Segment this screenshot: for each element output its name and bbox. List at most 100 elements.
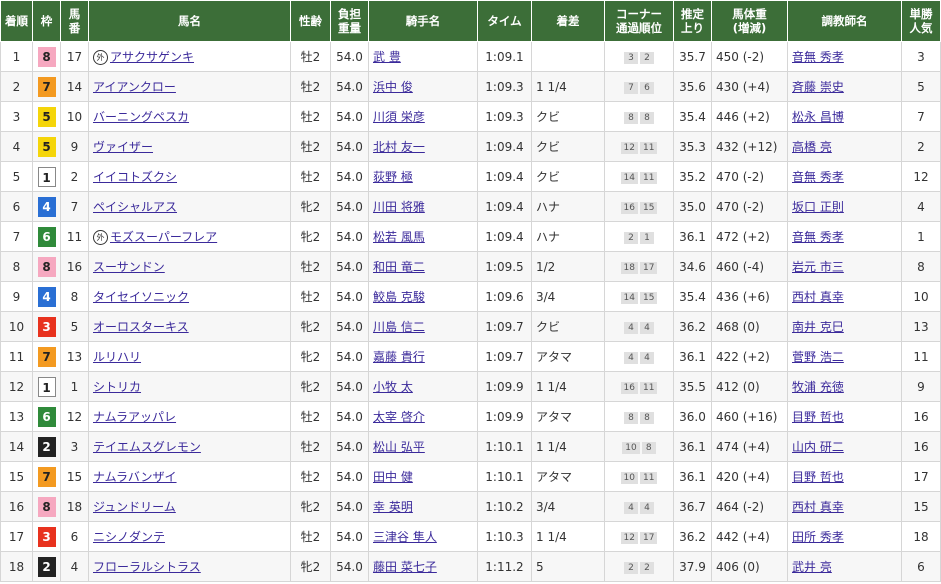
horse-name-link[interactable]: アイアンクロー — [93, 80, 176, 94]
jockey-name-link[interactable]: 和田 竜二 — [373, 260, 425, 274]
horse-name-link[interactable]: モズスーパーフレア — [110, 230, 217, 244]
jockey-name-link[interactable]: 鮫島 克駿 — [373, 290, 425, 304]
table-row: 13 6 12 ナムラアッパレ 牡2 54.0 太宰 啓介 1:09.9 アタマ 8 8 36.0 46… — [0, 401, 941, 432]
trainer-name-link[interactable]: 武井 亮 — [792, 560, 832, 574]
horse-name-link[interactable]: ナムラアッパレ — [93, 410, 176, 424]
horse-name-link[interactable]: アサクサゲンキ — [110, 50, 194, 64]
jockey-cell: 小牧 太 — [368, 371, 478, 402]
trainer-name-link[interactable]: 牧浦 充徳 — [792, 380, 844, 394]
trainer-name-link[interactable]: 南井 克巳 — [792, 320, 844, 334]
time-cell: 1:09.9 — [477, 401, 532, 432]
horse-name-link[interactable]: テイエムスグレモン — [93, 440, 201, 454]
corner-position: 12 — [620, 532, 638, 544]
trainer-name-link[interactable]: 音無 秀孝 — [792, 230, 844, 244]
horse-name-link[interactable]: ナムラバンザイ — [93, 470, 177, 484]
last3f-cell: 36.1 — [673, 221, 712, 252]
rank-cell: 13 — [0, 401, 33, 432]
popularity-cell: 11 — [901, 341, 941, 372]
horse-name-link[interactable]: バーニングペスカ — [93, 110, 189, 124]
umaban-cell: 5 — [60, 311, 89, 342]
jockey-name-link[interactable]: 武 豊 — [373, 50, 401, 64]
trainer-name-link[interactable]: 目野 哲也 — [792, 470, 844, 484]
time-cell: 1:10.1 — [477, 431, 532, 462]
last3f-cell: 35.4 — [673, 101, 712, 132]
table-row: 6 4 7 ペイシャルアス 牝2 54.0 川田 将雅 1:09.4 ハナ 16 15 35.0 470… — [0, 191, 941, 222]
jockey-name-link[interactable]: 嘉藤 貴行 — [373, 350, 425, 364]
popularity-cell: 2 — [901, 131, 941, 162]
corner-position: 8 — [640, 112, 654, 124]
corner-position: 2 — [640, 52, 654, 64]
waku-cell: 1 — [32, 161, 61, 192]
corner-position: 7 — [624, 82, 638, 94]
bodyweight-cell: 468 (0) — [711, 311, 788, 342]
trainer-name-link[interactable]: 坂口 正則 — [792, 200, 844, 214]
jockey-name-link[interactable]: 川田 将雅 — [373, 200, 425, 214]
waku-badge: 1 — [37, 166, 56, 187]
corner-cell: 12 17 — [604, 521, 674, 552]
corner-cell: 10 11 — [604, 461, 674, 492]
header-margin: 着差 — [531, 0, 605, 42]
corner-position: 4 — [624, 352, 638, 364]
trainer-name-link[interactable]: 目野 哲也 — [792, 410, 844, 424]
jockey-cell: 荻野 極 — [368, 161, 478, 192]
horse-name-link[interactable]: スーサンドン — [93, 260, 165, 274]
jockey-name-link[interactable]: 太宰 啓介 — [373, 410, 425, 424]
jockey-name-link[interactable]: 川島 信二 — [373, 320, 425, 334]
waku-cell: 7 — [32, 341, 61, 372]
jockey-name-link[interactable]: 小牧 太 — [373, 380, 413, 394]
horse-cell: ナムラバンザイ — [88, 461, 291, 492]
horse-name-link[interactable]: ルリハリ — [93, 350, 141, 364]
trainer-name-link[interactable]: 西村 真幸 — [792, 290, 844, 304]
trainer-name-link[interactable]: 斉藤 崇史 — [792, 80, 844, 94]
jockey-name-link[interactable]: 三津谷 隼人 — [373, 530, 437, 544]
jockey-cell: 松若 風馬 — [368, 221, 478, 252]
horse-name-link[interactable]: フローラルシトラス — [93, 560, 201, 574]
waku-badge: 8 — [37, 46, 56, 67]
horse-name-link[interactable]: シトリカ — [93, 380, 141, 394]
trainer-name-link[interactable]: 高橋 亮 — [792, 140, 832, 154]
last3f-cell: 36.1 — [673, 461, 712, 492]
header-jockey: 騎手名 — [368, 0, 478, 42]
table-row: 11 7 13 ルリハリ 牝2 54.0 嘉藤 貴行 1:09.7 アタマ 4 4 36.1 422 (… — [0, 341, 941, 372]
jockey-name-link[interactable]: 藤田 菜七子 — [373, 560, 437, 574]
table-row: 1 8 17 外アサクサゲンキ 牡2 54.0 武 豊 1:09.1 3 2 35.7 450 (-2… — [0, 41, 941, 72]
horse-name-link[interactable]: イイコトズクシ — [93, 170, 177, 184]
trainer-name-link[interactable]: 山内 研二 — [792, 440, 844, 454]
jockey-name-link[interactable]: 田中 健 — [373, 470, 413, 484]
horse-name-link[interactable]: ニシノダンテ — [93, 530, 165, 544]
jockey-name-link[interactable]: 松若 風馬 — [373, 230, 425, 244]
trainer-name-link[interactable]: 松永 昌博 — [792, 110, 844, 124]
trainer-name-link[interactable]: 音無 秀孝 — [792, 170, 844, 184]
trainer-name-link[interactable]: 菅野 浩二 — [792, 350, 844, 364]
jockey-name-link[interactable]: 北村 友一 — [373, 140, 425, 154]
time-cell: 1:09.4 — [477, 131, 532, 162]
trainer-name-link[interactable]: 岩元 市三 — [792, 260, 844, 274]
jockey-name-link[interactable]: 川須 栄彦 — [373, 110, 425, 124]
jockey-name-link[interactable]: 幸 英明 — [373, 500, 413, 514]
horse-name-link[interactable]: ペイシャルアス — [93, 200, 177, 214]
corner-cell: 88 — [604, 401, 674, 432]
trainer-name-link[interactable]: 田所 秀孝 — [792, 530, 844, 544]
corner-position: 11 — [640, 172, 658, 184]
trainer-name-link[interactable]: 西村 真幸 — [792, 500, 844, 514]
trainer-name-link[interactable]: 音無 秀孝 — [792, 50, 844, 64]
horse-name-link[interactable]: オーロスターキス — [93, 320, 189, 334]
horse-name-link[interactable]: タイセイソニック — [93, 290, 189, 304]
waku-badge: 8 — [37, 496, 56, 517]
table-row: 18 2 4 フローラルシトラス 牝2 54.0 藤田 菜七子 1:11.2 5 2 2 37.9 40… — [0, 551, 941, 582]
horse-name-link[interactable]: ヴァイザー — [93, 140, 153, 154]
jockey-name-link[interactable]: 浜中 俊 — [373, 80, 413, 94]
table-body: 1 8 17 外アサクサゲンキ 牡2 54.0 武 豊 1:09.1 3 2 35.7 450 (-2… — [0, 41, 941, 582]
horse-name-link[interactable]: ジュンドリーム — [93, 500, 176, 514]
jockey-name-link[interactable]: 荻野 極 — [373, 170, 413, 184]
umaban-cell: 13 — [60, 341, 89, 372]
jockey-name-link[interactable]: 松山 弘平 — [373, 440, 425, 454]
header-sexage: 性齢 — [290, 0, 331, 42]
corner-cell: 10 8 — [604, 431, 674, 462]
trainer-cell: 高橋 亮 — [787, 131, 902, 162]
corner-position: 14 — [620, 292, 638, 304]
rank-cell: 16 — [0, 491, 33, 522]
waku-badge: 6 — [37, 226, 56, 247]
horse-cell: スーサンドン — [88, 251, 291, 282]
waku-badge: 3 — [37, 526, 56, 547]
